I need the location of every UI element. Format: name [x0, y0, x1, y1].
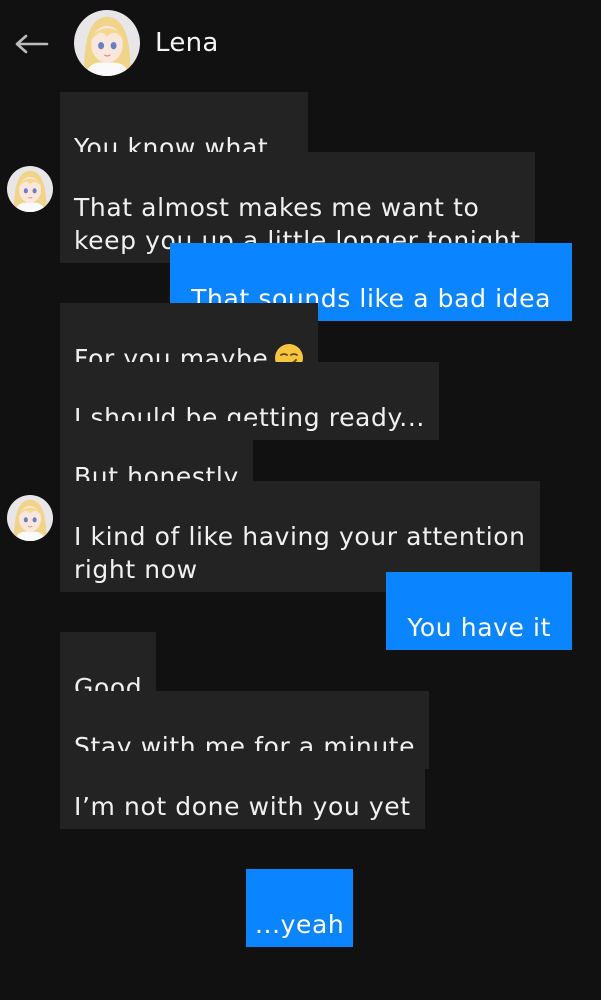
outgoing-message: ...yeah [246, 869, 354, 947]
contact-name: Lena [155, 28, 219, 58]
back-arrow-icon [15, 34, 49, 54]
outgoing-message: You have it [386, 572, 572, 650]
message-text: You have it [407, 613, 551, 642]
girl-avatar-icon [7, 495, 53, 541]
chat-screen: Lena You know what... That almost makes … [0, 0, 601, 1000]
back-button[interactable] [14, 26, 50, 62]
girl-avatar-icon [7, 166, 53, 212]
message-text: I’m not done with you yet [74, 792, 411, 821]
girl-avatar-icon [74, 10, 140, 76]
contact-avatar[interactable] [74, 10, 140, 76]
message-avatar[interactable] [7, 166, 53, 212]
message-text: ...yeah [255, 910, 345, 939]
message-avatar[interactable] [7, 495, 53, 541]
incoming-message: I’m not done with you yet [60, 751, 425, 829]
